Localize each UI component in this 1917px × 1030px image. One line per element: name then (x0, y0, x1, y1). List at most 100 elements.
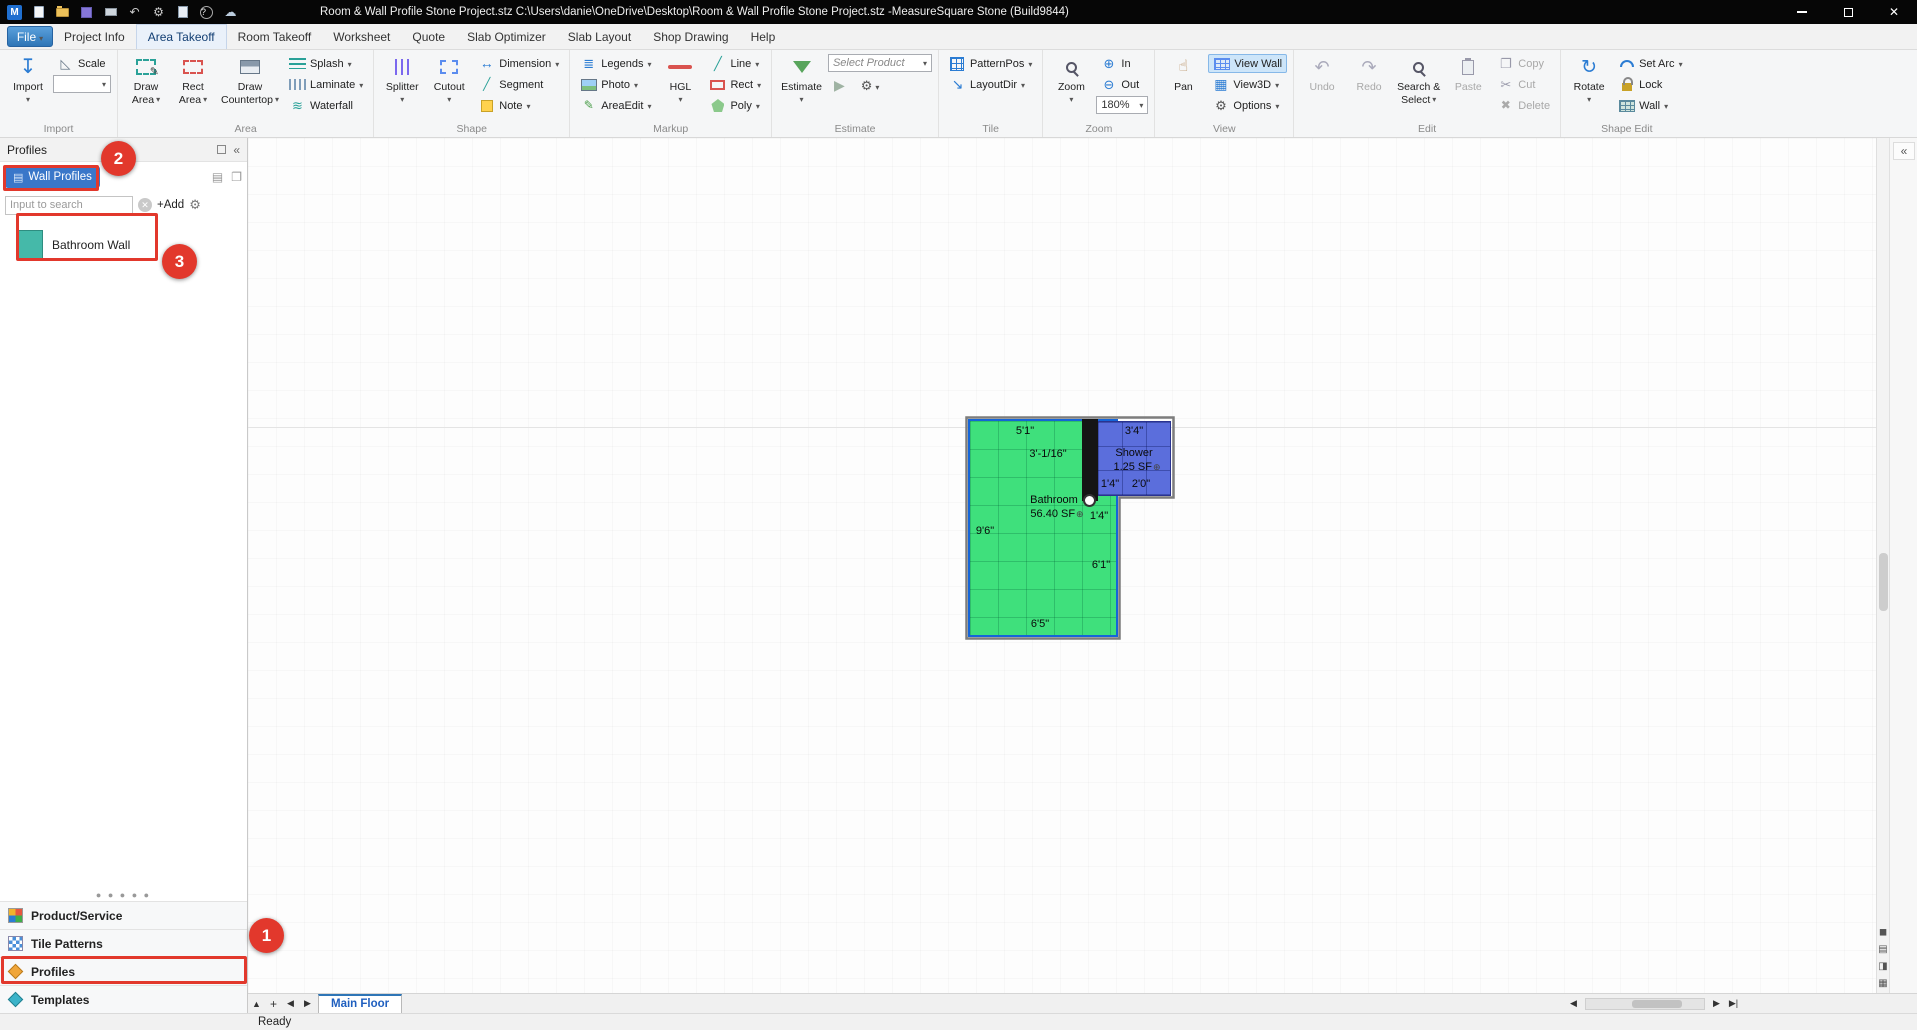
poly-button[interactable]: Poly (705, 96, 765, 115)
photo-button[interactable]: Photo (576, 75, 655, 94)
paste-button[interactable]: Paste (1446, 53, 1490, 122)
clear-search-icon[interactable]: ✕ (138, 198, 152, 212)
profile-copy-icon[interactable] (231, 168, 242, 186)
horizontal-scrollbar-thumb[interactable] (1632, 999, 1682, 1008)
view-wall-button[interactable]: View Wall (1208, 54, 1288, 73)
tab-room-takeoff[interactable]: Room Takeoff (227, 24, 323, 49)
pan-button[interactable]: Pan (1161, 53, 1205, 122)
undo-icon[interactable] (127, 5, 142, 20)
dimension-button[interactable]: Dimension (474, 54, 563, 73)
draw-countertop-button[interactable]: Draw Countertop (218, 53, 282, 122)
bathroom-wall-profile-shape[interactable] (1082, 419, 1098, 501)
scroll-end-icon[interactable]: ▶| (1725, 995, 1742, 1013)
file-menu-button[interactable]: File (7, 26, 53, 47)
zoom-button[interactable]: Zoom (1049, 53, 1093, 122)
layer-rows-icon[interactable]: ▤ (1878, 945, 1887, 955)
close-button[interactable]: ✕ (1871, 0, 1917, 24)
segment-button[interactable]: Segment (474, 75, 563, 94)
waterfall-button[interactable]: Waterfall (285, 96, 367, 115)
profile-settings-icon[interactable] (189, 196, 201, 214)
new-document-icon[interactable] (31, 5, 46, 20)
horizontal-scrollbar[interactable]: ◀ ▶ ▶| (1565, 995, 1742, 1013)
tab-main-floor[interactable]: Main Floor (318, 993, 403, 1014)
select-product-dropdown[interactable]: Select Product (827, 54, 932, 72)
cloud-icon[interactable] (223, 5, 238, 20)
scale-dropdown[interactable] (53, 75, 111, 93)
search-input[interactable] (5, 195, 133, 215)
view3d-button[interactable]: View3D (1208, 75, 1287, 94)
tab-slab-layout[interactable]: Slab Layout (557, 24, 642, 49)
list-item-bathroom-wall[interactable]: Bathroom Wall (12, 224, 235, 266)
estimate-button[interactable]: Estimate (778, 53, 825, 122)
sheet-up-icon[interactable]: ▲ (248, 995, 265, 1013)
redo-button[interactable]: Redo (1347, 53, 1391, 122)
profile-list-icon[interactable] (212, 168, 223, 186)
help-icon[interactable]: ? (199, 5, 214, 20)
estimate-settings-button[interactable] (861, 77, 880, 95)
report-icon[interactable] (175, 5, 190, 20)
zoom-in-button[interactable]: In (1096, 54, 1148, 73)
tab-project-info[interactable]: Project Info (53, 24, 136, 49)
tab-slab-optimizer[interactable]: Slab Optimizer (456, 24, 557, 49)
sidebar-item-product-service[interactable]: Product/Service (0, 901, 247, 929)
lock-button[interactable]: Lock (1614, 75, 1686, 94)
import-button[interactable]: Import (6, 53, 50, 122)
tab-area-takeoff[interactable]: Area Takeoff (135, 24, 227, 49)
sidebar-item-tile-patterns[interactable]: Tile Patterns (0, 929, 247, 957)
zoom-out-button[interactable]: Out (1096, 75, 1148, 94)
options-button[interactable]: Options (1208, 96, 1287, 115)
zoom-level-dropdown[interactable]: 180% (1096, 96, 1149, 114)
cut-button[interactable]: Cut (1493, 75, 1554, 94)
hgl-button[interactable]: HGL (658, 53, 702, 122)
collapse-right-panel-icon[interactable]: « (1893, 142, 1915, 160)
copy-button[interactable]: Copy (1493, 54, 1554, 73)
panel-splitter-handle[interactable]: ● ● ● ● ● (0, 889, 247, 901)
legends-button[interactable]: Legends (576, 54, 655, 73)
tab-help[interactable]: Help (740, 24, 787, 49)
drawing-canvas[interactable]: 5'1" 3'-1/16" 3'4" Shower 1.25 SF 1'4" 2… (248, 138, 1876, 993)
layer-solid-icon[interactable]: ◼ (1879, 928, 1887, 938)
delete-button[interactable]: Delete (1493, 96, 1554, 115)
rect-button[interactable]: Rect (705, 75, 765, 94)
maximize-button[interactable] (1825, 0, 1871, 24)
print-icon[interactable] (103, 5, 118, 20)
prev-sheet-icon[interactable]: ◀ (282, 995, 299, 1013)
splash-button[interactable]: Splash (285, 54, 367, 73)
rotate-button[interactable]: Rotate (1567, 53, 1611, 122)
note-button[interactable]: Note (474, 96, 563, 115)
scale-button[interactable]: Scale (53, 54, 111, 73)
collapse-panel-icon[interactable] (233, 143, 240, 157)
tab-worksheet[interactable]: Worksheet (322, 24, 401, 49)
draw-area-button[interactable]: Draw Area (124, 53, 168, 122)
laminate-button[interactable]: Laminate (285, 75, 367, 94)
add-profile-button[interactable]: +Add (157, 199, 184, 211)
scroll-left-icon[interactable]: ◀ (1565, 995, 1582, 1013)
layer-half-icon[interactable]: ◨ (1878, 962, 1887, 972)
undo-button[interactable]: Undo (1300, 53, 1344, 122)
rect-area-button[interactable]: Rect Area (171, 53, 215, 122)
save-icon[interactable] (79, 5, 94, 20)
next-sheet-icon[interactable]: ▶ (299, 995, 316, 1013)
add-sheet-button[interactable]: + (265, 995, 282, 1013)
vertical-scrollbar-thumb[interactable] (1879, 553, 1888, 611)
run-estimate-icon[interactable] (834, 78, 845, 94)
sidebar-item-profiles[interactable]: Profiles (0, 957, 247, 985)
wall-profiles-selector[interactable]: Wall Profiles (5, 166, 100, 188)
tab-quote[interactable]: Quote (401, 24, 456, 49)
sidebar-item-templates[interactable]: Templates (0, 985, 247, 1013)
line-button[interactable]: Line (705, 54, 765, 73)
wall-button[interactable]: Wall (1614, 96, 1686, 115)
layer-grid-icon[interactable]: ▦ (1878, 979, 1887, 989)
areaedit-button[interactable]: AreaEdit (576, 96, 655, 115)
splitter-button[interactable]: Splitter (380, 53, 424, 122)
open-folder-icon[interactable] (55, 5, 70, 20)
layoutdir-button[interactable]: LayoutDir (945, 75, 1036, 94)
minimize-button[interactable] (1779, 0, 1825, 24)
tab-shop-drawing[interactable]: Shop Drawing (642, 24, 739, 49)
settings-icon[interactable] (151, 5, 166, 20)
scroll-right-icon[interactable]: ▶ (1708, 995, 1725, 1013)
wall-endpoint-handle[interactable] (1083, 494, 1096, 507)
set-arc-button[interactable]: Set Arc (1614, 54, 1686, 73)
cutout-button[interactable]: Cutout (427, 53, 471, 122)
patternpos-button[interactable]: PatternPos (945, 54, 1036, 73)
